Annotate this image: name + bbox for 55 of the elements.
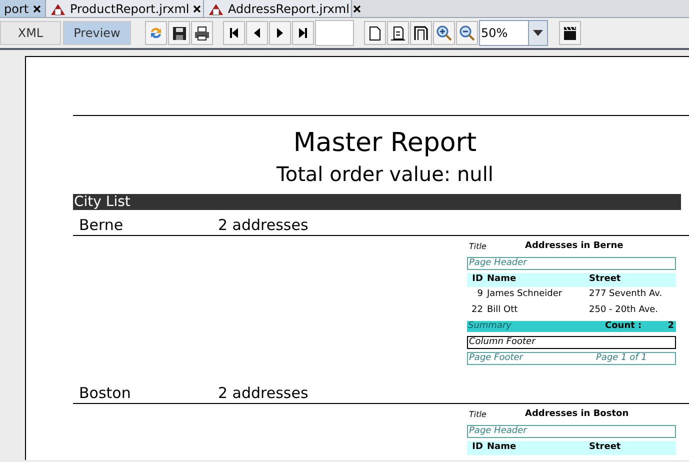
band-label: Title [468, 408, 488, 420]
column-header: Street [589, 441, 622, 454]
address-count: 2 addresses [218, 384, 308, 402]
column-footer-band: Column Footer [467, 336, 676, 349]
save-icon[interactable] [172, 26, 186, 40]
page-corner-icon[interactable] [414, 26, 428, 40]
table-cell-text: 9 [476, 288, 484, 302]
page-width-icon[interactable] [391, 26, 405, 40]
address-count: 2 addresses [218, 216, 308, 234]
column-header: ID [471, 441, 484, 454]
last-page-icon[interactable] [297, 27, 309, 39]
first-page-icon[interactable] [228, 27, 240, 39]
page-number-text: Page 1 of 1 [596, 353, 647, 364]
page-icon[interactable] [369, 26, 381, 40]
band-label: Page Footer [469, 353, 524, 364]
caret-icon [533, 30, 543, 36]
report-file-icon [208, 2, 224, 16]
page-header-band: Page Header [467, 425, 676, 438]
tab[interactable]: ProductReport.jrxml [46, 0, 204, 17]
table-cell-text: James Schneider [487, 288, 564, 302]
view-button[interactable]: Preview [63, 21, 131, 45]
tab[interactable]: port [0, 0, 46, 17]
clapperboard-icon[interactable] [563, 26, 577, 40]
count-value: 2 [668, 321, 675, 332]
city-name: Berne [79, 216, 124, 234]
count-label: Count : [605, 321, 643, 332]
page-header-band: Page Header [467, 257, 676, 270]
column-header: Name [487, 441, 518, 454]
band-label: Summary [467, 321, 512, 332]
band-label: Title [468, 240, 488, 252]
subreport-title: Addresses in Berne [525, 240, 624, 253]
zoom-out-icon[interactable] [459, 25, 475, 41]
zoom-in-icon[interactable] [436, 25, 452, 41]
report-file-icon [50, 2, 66, 16]
city-name: Boston [79, 384, 132, 402]
subreport-title: Addresses in Boston [525, 408, 629, 421]
table-cell-text: 250 - 20th Ave. [589, 304, 660, 318]
report-subtitle: Total order value: null [276, 162, 494, 186]
column-header: Street [589, 273, 622, 286]
section-header: City List [73, 194, 681, 210]
column-header: Name [487, 273, 518, 286]
report-title: Master Report [292, 129, 478, 157]
print-icon[interactable] [194, 26, 210, 40]
column-header: ID [471, 273, 484, 286]
table-cell-text: Bill Ott [487, 304, 519, 318]
table-cell-text: 277 Seventh Av. [589, 288, 664, 302]
zoom-field[interactable]: 50% [479, 20, 529, 46]
page-number-field[interactable] [315, 20, 354, 46]
dropdown-button[interactable] [529, 20, 548, 46]
close-icon[interactable] [353, 4, 362, 12]
view-button[interactable]: XML [0, 21, 61, 45]
table-cell-text: 22 [470, 304, 484, 318]
close-icon[interactable] [193, 4, 202, 12]
refresh-icon[interactable] [148, 25, 164, 41]
close-icon[interactable] [33, 4, 41, 12]
